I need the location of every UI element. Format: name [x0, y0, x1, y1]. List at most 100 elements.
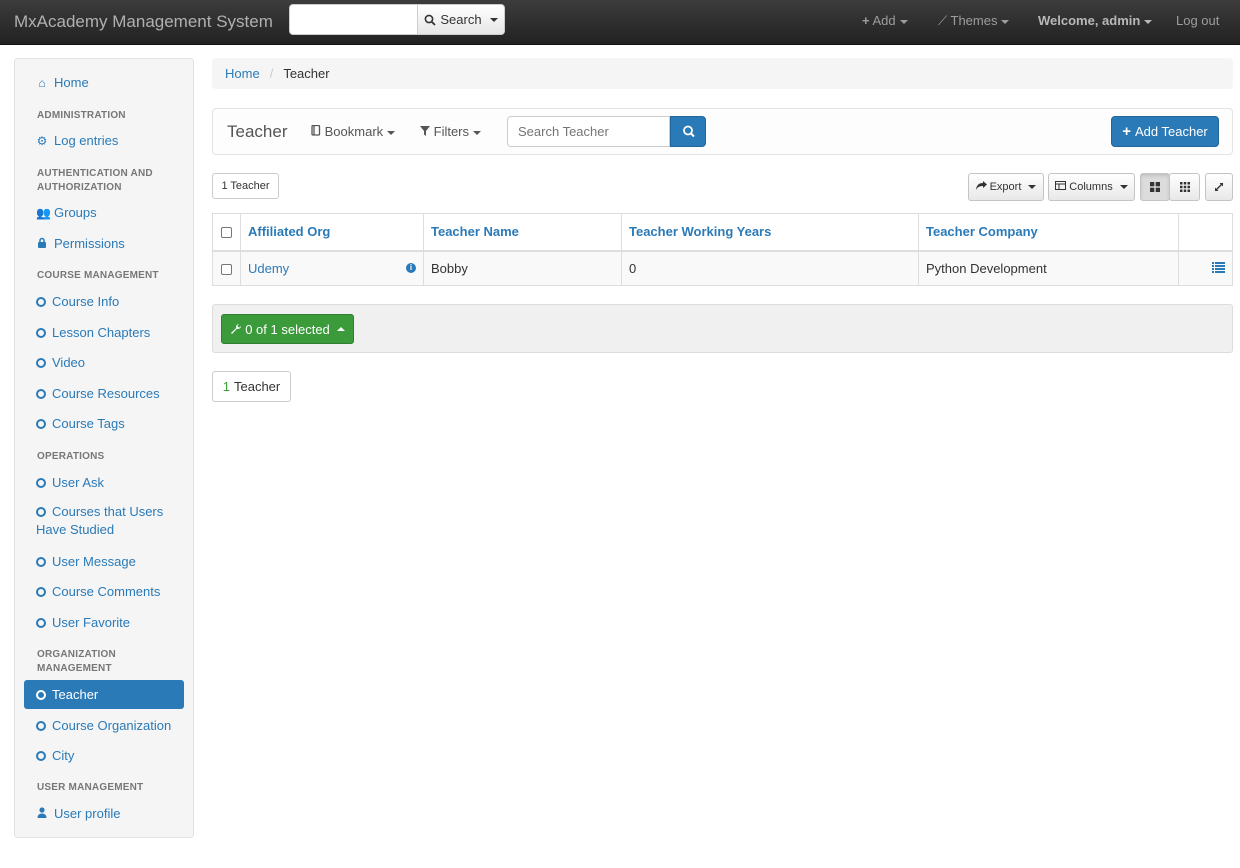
sidebar-item-user-message[interactable]: User Message: [24, 549, 184, 575]
circle-icon: [36, 690, 46, 700]
add-teacher-label: Add Teacher: [1135, 124, 1208, 139]
themes-menu[interactable]: ⟋ Themes: [938, 13, 1010, 29]
circle-icon: [36, 419, 46, 429]
expand-icon: [1215, 183, 1223, 191]
sidebar-item-label: City: [52, 748, 75, 763]
sidebar-item-label: Course Info: [52, 294, 120, 309]
columns-button[interactable]: Columns: [1048, 173, 1135, 201]
sidebar-header-user-management: USER MANAGEMENT: [37, 782, 144, 793]
affiliated-org-link[interactable]: Udemy: [248, 261, 289, 276]
result-count-badge: 1 Teacher: [212, 173, 279, 199]
large-grid-view-button[interactable]: [1140, 173, 1170, 201]
search-icon: [424, 14, 437, 26]
list-toolbar: Teacher Bookmark Filters + Add Teacher: [212, 108, 1233, 155]
add-menu-label: Add: [872, 13, 896, 28]
sidebar-item-user-favorite[interactable]: User Favorite: [24, 610, 184, 636]
sidebar-item-lesson-chapters[interactable]: Lesson Chapters: [24, 320, 184, 346]
column-header-working-years[interactable]: Teacher Working Years: [621, 213, 919, 252]
row-checkbox[interactable]: [221, 263, 232, 275]
logout-link[interactable]: Log out: [1176, 13, 1219, 28]
brand-link[interactable]: MxAcademy Management System: [14, 12, 273, 32]
sidebar-item-user-ask[interactable]: User Ask: [24, 470, 184, 496]
cell-working-years: 0: [621, 250, 919, 286]
sidebar-item-teacher[interactable]: Teacher: [24, 680, 184, 709]
themes-menu-label: Themes: [950, 13, 998, 28]
breadcrumb-home-link[interactable]: Home: [225, 66, 260, 81]
info-icon[interactable]: i: [406, 262, 416, 273]
sidebar-item-label: Permissions: [54, 236, 125, 251]
sidebar-item-label: Teacher: [52, 687, 99, 702]
chevron-down-icon: [1144, 19, 1153, 24]
sidebar-item-label: Course Resources: [52, 386, 160, 401]
column-header-affiliated-org[interactable]: Affiliated Org: [240, 213, 424, 252]
fullscreen-button[interactable]: [1205, 173, 1233, 201]
sidebar-item-city[interactable]: City: [24, 743, 184, 769]
grid-large-icon: [1150, 182, 1160, 192]
user-menu[interactable]: Welcome, admin: [1038, 13, 1153, 28]
bookmark-menu[interactable]: Bookmark: [311, 124, 396, 139]
circle-icon: [36, 389, 46, 399]
filters-menu[interactable]: Filters: [420, 124, 482, 139]
circle-icon: [36, 557, 46, 567]
sidebar-item-label: Video: [52, 355, 86, 370]
circle-icon: [36, 358, 46, 368]
sidebar-item-courses-studied[interactable]: Courses that Users Have Studied: [24, 501, 184, 541]
sidebar-item-label: User Ask: [52, 475, 105, 490]
bulk-actions-button[interactable]: 0 of 1 selected: [221, 314, 354, 344]
small-grid-view-button[interactable]: [1169, 173, 1200, 201]
cell-teacher-name: Bobby: [423, 250, 622, 286]
sidebar-header-operations: OPERATIONS: [37, 451, 105, 462]
sidebar-item-home[interactable]: ⌂ Home: [24, 70, 184, 96]
cell-affiliated-org: Udemy i: [240, 250, 424, 286]
share-icon: [975, 181, 987, 193]
sidebar-item-course-tags[interactable]: Course Tags: [24, 411, 184, 437]
sidebar-item-course-comments[interactable]: Course Comments: [24, 579, 184, 605]
chevron-down-icon: [1028, 185, 1037, 189]
column-header-teacher-company[interactable]: Teacher Company: [918, 213, 1179, 252]
sidebar: ⌂ Home ADMINISTRATION ⚙ Log entries AUTHEN…: [14, 58, 194, 838]
row-select-cell: [212, 250, 241, 286]
sidebar-item-log-entries[interactable]: ⚙ Log entries: [24, 128, 184, 154]
sidebar-item-label: User profile: [54, 806, 121, 821]
sidebar-item-groups[interactable]: 👥 Groups: [24, 200, 184, 226]
circle-icon: [36, 751, 46, 761]
sidebar-header-auth: AUTHENTICATION AND AUTHORIZATION: [37, 168, 153, 193]
home-icon: ⌂: [38, 76, 46, 90]
add-menu[interactable]: + Add: [862, 13, 908, 28]
table-header-row: Affiliated Org Teacher Name Teacher Work…: [212, 213, 1233, 252]
global-search-button[interactable]: Search: [417, 4, 505, 35]
bottom-count-label: Teacher: [233, 379, 281, 394]
sidebar-header-course-management: COURSE MANAGEMENT: [37, 270, 159, 281]
sidebar-item-user-profile[interactable]: User profile: [24, 801, 184, 827]
chevron-up-icon: [336, 327, 345, 331]
users-icon: 👥: [36, 206, 51, 220]
grid-small-icon: [1179, 182, 1190, 192]
circle-icon: [36, 507, 46, 517]
list-icon[interactable]: [1212, 261, 1225, 273]
global-search-input[interactable]: [289, 4, 418, 35]
plus-icon: +: [1122, 123, 1131, 140]
select-all-checkbox[interactable]: [221, 227, 232, 239]
export-button[interactable]: Export: [968, 173, 1044, 201]
chevron-down-icon: [899, 19, 908, 24]
sidebar-item-label: Course Tags: [52, 416, 125, 431]
sidebar-item-course-resources[interactable]: Course Resources: [24, 381, 184, 407]
sidebar-item-label: Course Organization: [52, 718, 172, 733]
global-search-label: Search: [440, 12, 482, 27]
column-header-teacher-name[interactable]: Teacher Name: [423, 213, 622, 252]
add-teacher-button[interactable]: + Add Teacher: [1111, 116, 1219, 147]
sidebar-header-administration: ADMINISTRATION: [37, 110, 126, 121]
sidebar-item-video[interactable]: Video: [24, 350, 184, 376]
teacher-search-input[interactable]: [507, 116, 670, 147]
sidebar-item-label: Home: [54, 75, 89, 90]
sidebar-item-permissions[interactable]: Permissions: [24, 231, 184, 257]
filter-icon: [420, 124, 434, 139]
sidebar-item-label: User Message: [52, 554, 136, 569]
sidebar-item-course-info[interactable]: Course Info: [24, 289, 184, 315]
magic-wand-icon: ⟋: [938, 13, 948, 28]
chevron-down-icon: [473, 130, 482, 135]
sidebar-item-course-organization[interactable]: Course Organization: [24, 713, 184, 739]
search-submit-button[interactable]: [670, 116, 706, 147]
circle-icon: [36, 618, 46, 628]
book-icon: [311, 124, 325, 139]
